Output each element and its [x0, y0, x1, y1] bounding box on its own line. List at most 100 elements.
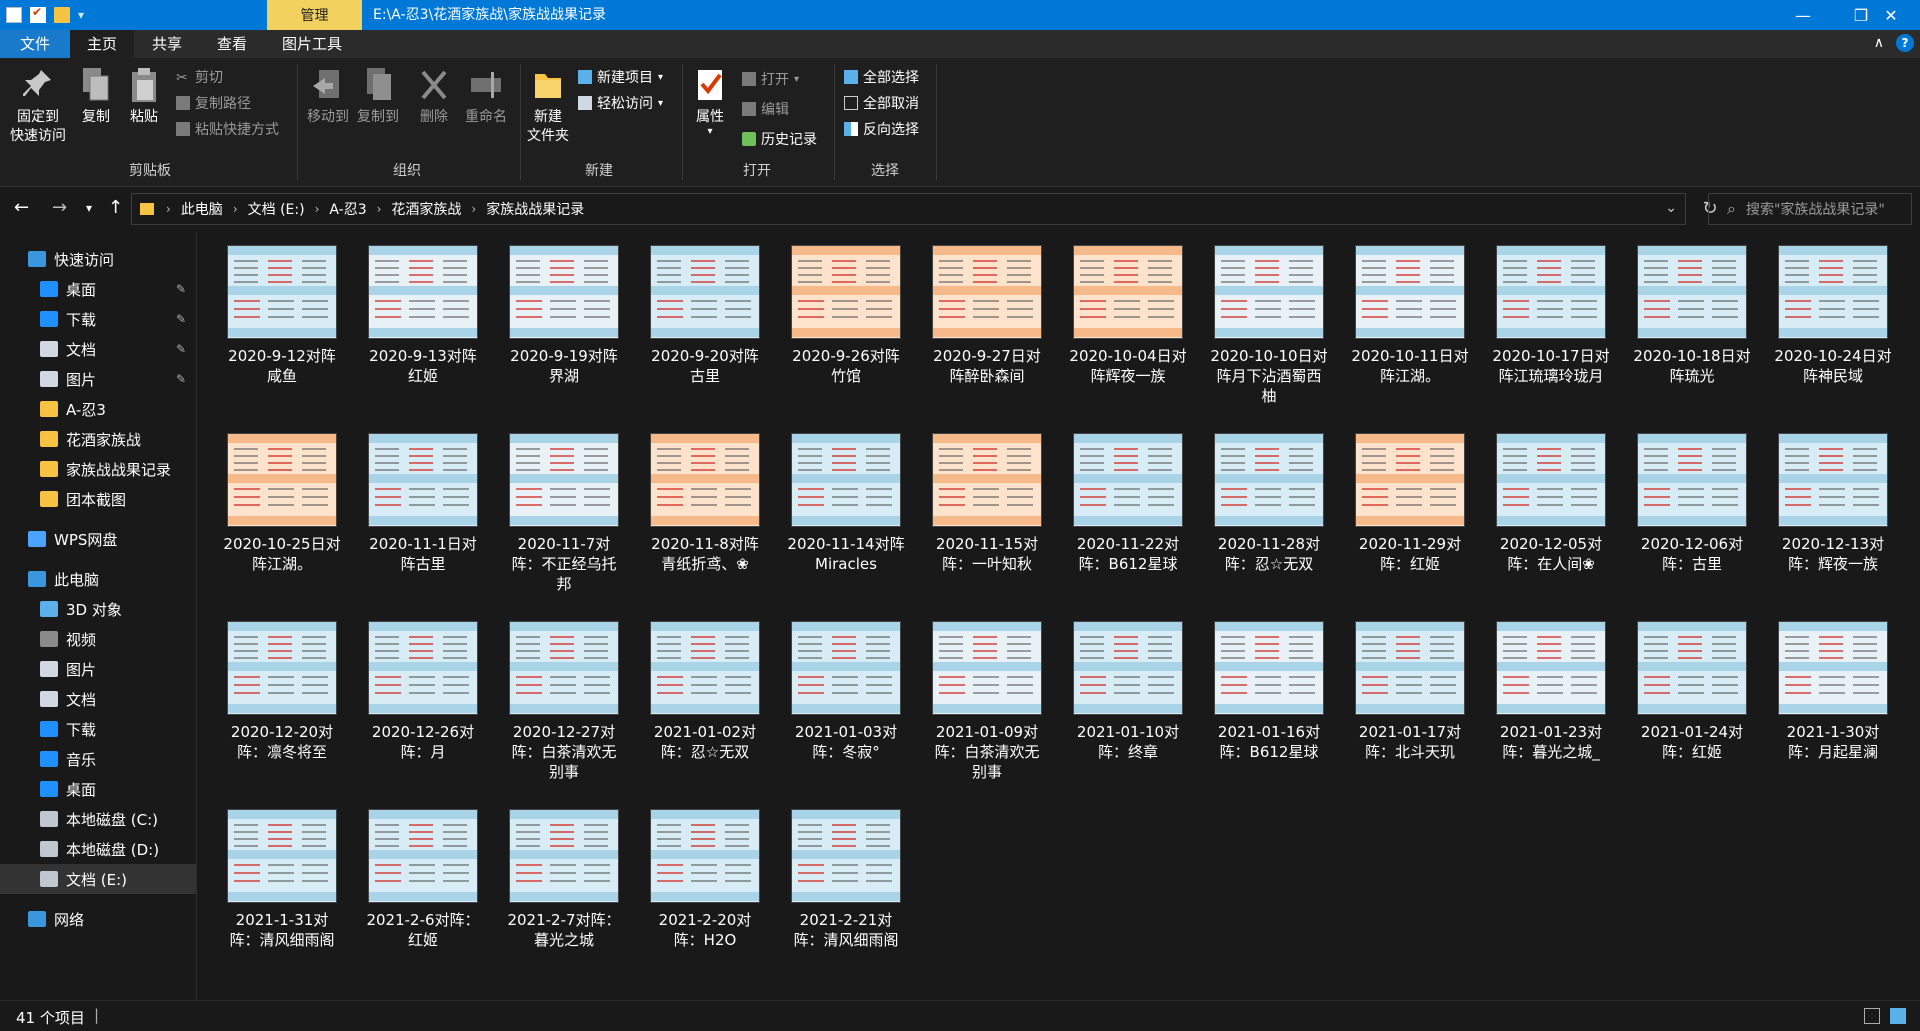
file-tile[interactable]: 2020-12-20对 阵：凛冬将至	[212, 608, 352, 798]
tab-file[interactable]: 文件	[0, 30, 70, 58]
file-tile[interactable]: 2020-10-25日对 阵江湖。	[212, 420, 352, 610]
file-tile[interactable]: 2020-11-22对 阵：B612星球	[1058, 420, 1198, 610]
breadcrumb-this-pc[interactable]: 此电脑	[175, 199, 229, 219]
back-arrow-icon[interactable]: ←	[14, 197, 29, 218]
sidebar-item[interactable]: 本地磁盘 (C:)	[0, 804, 196, 834]
chevron-right-icon[interactable]: ›	[373, 202, 386, 216]
file-tile[interactable]: 2020-11-29对 阵：红姬	[1340, 420, 1480, 610]
easy-access-button[interactable]: 轻松访问 ▾	[578, 92, 663, 114]
chevron-right-icon[interactable]: ›	[162, 202, 175, 216]
properties-button[interactable]: 属性 ▾	[688, 66, 732, 137]
recent-locations-icon[interactable]: ▾	[86, 201, 92, 215]
tab-share[interactable]: 共享	[136, 30, 198, 58]
tab-view[interactable]: 查看	[201, 30, 263, 58]
file-tile[interactable]: 2021-01-17对 阵：北斗天玑	[1340, 608, 1480, 798]
file-tile[interactable]: 2021-1-31对 阵：清风细雨阁	[212, 796, 352, 986]
file-tile[interactable]: 2020-11-14对阵 Miracles	[776, 420, 916, 610]
file-tile[interactable]: 2020-9-20对阵 古里	[635, 232, 775, 422]
file-tile[interactable]: 2020-11-1日对 阵古里	[353, 420, 493, 610]
file-tile[interactable]: 2020-11-7对 阵：不正经乌托邦	[494, 420, 634, 610]
file-tile[interactable]: 2020-11-15对 阵：一叶知秋	[917, 420, 1057, 610]
sidebar-item[interactable]: A-忍3	[0, 394, 196, 424]
breadcrumb-huajiu[interactable]: 花酒家族战	[385, 199, 467, 219]
history-button[interactable]: 历史记录	[742, 128, 817, 150]
sidebar-item[interactable]: 快速访问	[0, 244, 196, 274]
move-to-button[interactable]: 移动到	[304, 66, 352, 127]
file-tile[interactable]: 2020-9-13对阵 红姬	[353, 232, 493, 422]
sidebar-item[interactable]: 此电脑	[0, 564, 196, 594]
sidebar-item[interactable]: 下载	[0, 714, 196, 744]
sidebar-item[interactable]: 家族战战果记录	[0, 454, 196, 484]
file-tile[interactable]: 2020-10-24日对 阵神民域	[1763, 232, 1903, 422]
file-icon[interactable]	[6, 7, 22, 23]
file-tile[interactable]: 2020-9-12对阵 咸鱼	[212, 232, 352, 422]
file-tile[interactable]: 2020-12-27对 阵：白茶清欢无 别事	[494, 608, 634, 798]
search-box[interactable]: ⌕ 搜索"家族战战果记录"	[1708, 193, 1912, 225]
paste-shortcut-button[interactable]: 粘贴快捷方式	[176, 118, 279, 140]
forward-arrow-icon[interactable]: →	[52, 197, 67, 218]
file-tile[interactable]: 2020-12-26对 阵：月	[353, 608, 493, 798]
invert-selection-button[interactable]: 反向选择	[844, 118, 919, 140]
chevron-right-icon[interactable]: ›	[311, 202, 324, 216]
sidebar-item[interactable]: 下载 ✎	[0, 304, 196, 334]
sidebar-item[interactable]: 网络	[0, 904, 196, 934]
address-bar[interactable]: › 此电脑 › 文档 (E:) › A-忍3 › 花酒家族战 › 家族战战果记录…	[131, 193, 1686, 225]
tab-home[interactable]: 主页	[70, 30, 134, 58]
sidebar-item[interactable]: 图片 ✎	[0, 364, 196, 394]
file-tile[interactable]: 2021-2-21对 阵：清风细雨阁	[776, 796, 916, 986]
file-tile[interactable]: 2020-12-06对 阵：古里	[1622, 420, 1762, 610]
collapse-ribbon-icon[interactable]: ∧	[1874, 35, 1884, 51]
chevron-down-icon[interactable]: ⌄	[1665, 200, 1677, 216]
sidebar-item[interactable]: 视频	[0, 624, 196, 654]
sidebar-item[interactable]: WPS网盘	[0, 524, 196, 554]
file-tile[interactable]: 2020-12-13对 阵：辉夜一族	[1763, 420, 1903, 610]
breadcrumb-current[interactable]: 家族战战果记录	[480, 199, 590, 219]
copy-path-button[interactable]: 复制路径	[176, 92, 251, 114]
file-tile[interactable]: 2020-11-28对 阵：忍☆无双	[1199, 420, 1339, 610]
file-tile[interactable]: 2020-10-10日对 阵月下沾酒蜀西柚	[1199, 232, 1339, 422]
context-tab-manage[interactable]: 管理	[267, 0, 362, 30]
paste-button[interactable]: 粘贴	[124, 66, 164, 127]
breadcrumb-drive-e[interactable]: 文档 (E:)	[242, 199, 311, 219]
file-tile[interactable]: 2020-10-18日对 阵琉光	[1622, 232, 1762, 422]
file-tile[interactable]: 2020-10-04日对 阵辉夜一族	[1058, 232, 1198, 422]
file-tile[interactable]: 2020-10-17日对 阵江琉璃玲珑月	[1481, 232, 1621, 422]
sidebar-item[interactable]: 音乐	[0, 744, 196, 774]
sidebar-item[interactable]: 花酒家族战	[0, 424, 196, 454]
file-tile[interactable]: 2021-2-20对 阵：H2O	[635, 796, 775, 986]
sidebar-item[interactable]: 桌面	[0, 774, 196, 804]
sidebar-item[interactable]: 桌面 ✎	[0, 274, 196, 304]
new-folder-icon[interactable]	[54, 7, 70, 23]
sidebar-item[interactable]: 本地磁盘 (D:)	[0, 834, 196, 864]
file-tile[interactable]: 2021-01-02对 阵：忍☆无双	[635, 608, 775, 798]
file-tile[interactable]: 2021-2-6对阵： 红姬	[353, 796, 493, 986]
sidebar-item[interactable]: 3D 对象	[0, 594, 196, 624]
details-view-icon[interactable]	[1864, 1008, 1880, 1024]
minimize-button[interactable]: —	[1774, 0, 1832, 30]
new-item-button[interactable]: 新建项目 ▾	[578, 66, 663, 88]
open-button[interactable]: 打开 ▾	[742, 68, 799, 90]
help-icon[interactable]: ?	[1896, 34, 1914, 52]
file-tile[interactable]: 2021-01-10对 阵：终章	[1058, 608, 1198, 798]
file-tile[interactable]: 2021-2-7对阵： 暮光之城	[494, 796, 634, 986]
file-tile[interactable]: 2021-01-03对 阵：冬寂°	[776, 608, 916, 798]
delete-button[interactable]: 删除	[414, 66, 454, 127]
file-tile[interactable]: 2020-12-05对 阵：在人间❀	[1481, 420, 1621, 610]
breadcrumb-a-ren3[interactable]: A-忍3	[323, 199, 372, 219]
large-icons-view-icon[interactable]	[1890, 1008, 1906, 1024]
select-all-button[interactable]: 全部选择	[844, 66, 919, 88]
file-tile[interactable]: 2021-01-09对 阵：白茶清欢无 别事	[917, 608, 1057, 798]
file-tile[interactable]: 2020-9-19对阵 界湖	[494, 232, 634, 422]
chevron-right-icon[interactable]: ›	[229, 202, 242, 216]
sidebar-item[interactable]: 团本截图	[0, 484, 196, 514]
select-none-button[interactable]: 全部取消	[844, 92, 919, 114]
chevron-right-icon[interactable]: ›	[467, 202, 480, 216]
copy-to-button[interactable]: 复制到	[354, 66, 402, 127]
edit-button[interactable]: 编辑	[742, 98, 789, 120]
tab-picture-tools[interactable]: 图片工具	[266, 30, 358, 58]
file-tile[interactable]: 2021-01-24对 阵：红姬	[1622, 608, 1762, 798]
file-tile[interactable]: 2021-01-23对 阵：暮光之城_	[1481, 608, 1621, 798]
cut-button[interactable]: ✂ 剪切	[176, 66, 223, 88]
file-tile[interactable]: 2020-9-26对阵 竹馆	[776, 232, 916, 422]
file-tile[interactable]: 2020-11-8对阵 青纸折鸢、❀	[635, 420, 775, 610]
